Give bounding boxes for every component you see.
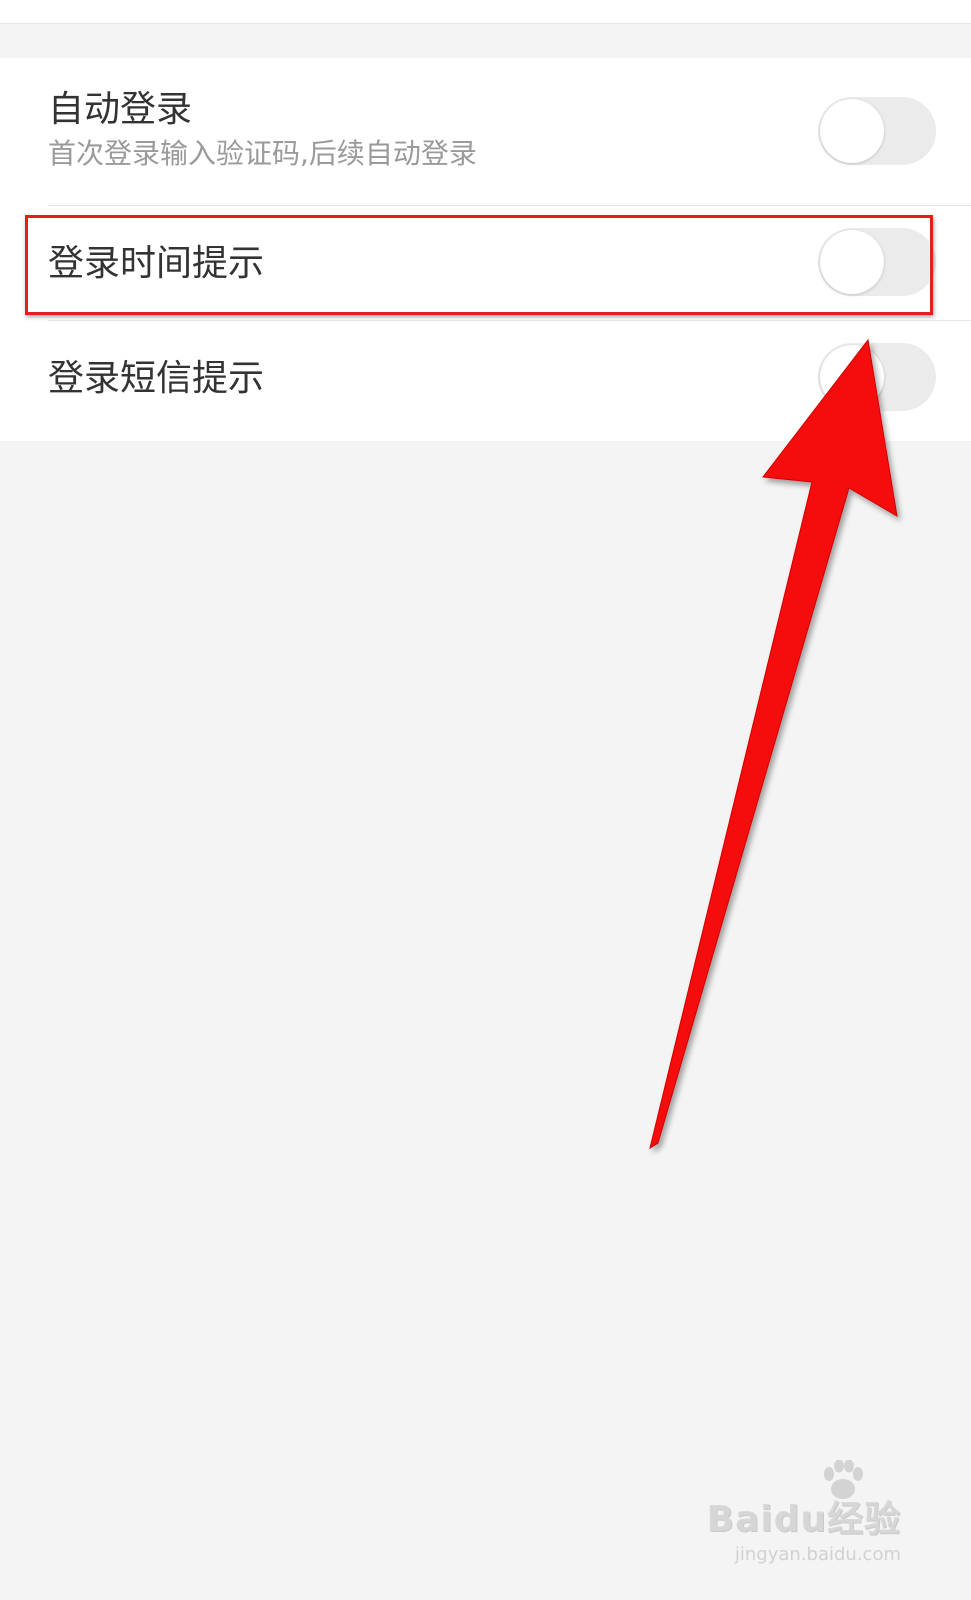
watermark-url: jingyan.baidu.com [734, 1544, 901, 1565]
arrow-shape [649, 338, 898, 1150]
login-time-reminder-toggle[interactable] [818, 228, 936, 296]
auto-login-toggle[interactable] [818, 97, 936, 165]
watermark-brand: Baidu经验 [706, 1499, 901, 1540]
toggle-knob [820, 99, 884, 163]
watermark: Baidu经验 jingyan.baidu.com [707, 1490, 901, 1565]
setting-title-auto-login: 自动登录 [48, 89, 193, 130]
toggle-knob [820, 230, 884, 294]
setting-row-login-time-reminder[interactable]: 登录时间提示 [0, 206, 971, 321]
paw-icon [824, 1460, 863, 1499]
setting-row-login-sms-reminder[interactable]: 登录短信提示 [0, 321, 971, 441]
setting-subtitle-auto-login: 首次登录输入验证码,后续自动登录 [48, 137, 477, 170]
setting-title-login-sms-reminder: 登录短信提示 [48, 358, 265, 399]
login-sms-reminder-toggle[interactable] [818, 343, 936, 411]
top-bar-strip [0, 0, 971, 24]
setting-row-auto-login[interactable]: 自动登录 首次登录输入验证码,后续自动登录 [0, 58, 971, 205]
toggle-knob [820, 345, 884, 409]
setting-title-login-time-reminder: 登录时间提示 [48, 243, 265, 284]
settings-list: 自动登录 首次登录输入验证码,后续自动登录 登录时间提示 登录短信提示 [0, 58, 971, 441]
